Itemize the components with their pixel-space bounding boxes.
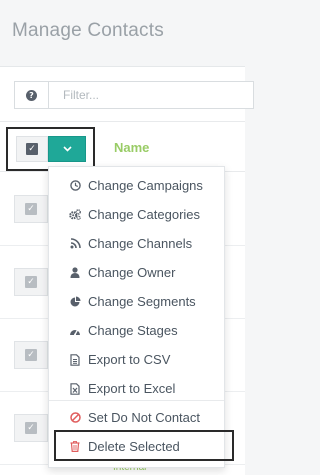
select-all-group: ✓ [6,127,95,171]
row-checkbox[interactable]: ✓ [25,349,37,361]
name-column-header[interactable]: Name [114,140,149,155]
menu-item-set-do-not-contact[interactable]: Set Do Not Contact [49,403,224,432]
row-checkbox[interactable]: ✓ [25,276,37,288]
menu-item-label: Export to CSV [88,352,171,367]
menu-item-delete-selected[interactable]: Delete Selected [49,432,224,461]
filter-input[interactable] [51,82,247,108]
dashboard-icon [69,325,81,337]
menu-item-label: Set Do Not Contact [88,410,200,425]
menu-item-label: Change Campaigns [88,178,203,193]
menu-item-label: Change Categories [88,207,201,222]
filter-box: ? [14,81,254,109]
row-checkbox-cell[interactable]: ✓ [14,341,48,369]
menu-item-change-stages[interactable]: Change Stages [49,316,224,345]
file-excel-icon [69,382,81,395]
menu-item-label: Delete Selected [88,439,180,454]
ban-icon [69,412,81,424]
cogs-icon [69,209,81,221]
filter-help-button[interactable]: ? [15,82,49,108]
rss-icon [69,238,81,250]
row-checkbox-cell[interactable]: ✓ [14,268,48,296]
menu-item-label: Change Owner [88,265,176,280]
menu-item-change-categories[interactable]: Change Categories [49,200,224,229]
page-header: Manage Contacts [0,0,245,66]
menu-item-change-segments[interactable]: Change Segments [49,287,224,316]
chevron-down-icon [62,146,72,152]
menu-divider [49,400,224,401]
file-text-icon [69,353,81,366]
pie-chart-icon [69,296,81,308]
menu-item-change-owner[interactable]: Change Owner [49,258,224,287]
row-checkbox-cell[interactable]: ✓ [14,195,48,223]
menu-item-label: Change Channels [88,236,193,251]
filter-bar: ? [0,67,254,122]
menu-item-export-excel[interactable]: Export to Excel [49,374,224,403]
bulk-actions-menu: Change Campaigns Change Categories Chang… [48,166,225,468]
menu-item-export-csv[interactable]: Export to CSV [49,345,224,374]
row-checkbox-cell[interactable]: ✓ [14,414,48,442]
menu-item-change-campaigns[interactable]: Change Campaigns [49,171,224,200]
clock-icon [69,180,81,192]
question-circle-icon: ? [26,89,37,101]
row-checkbox[interactable]: ✓ [25,203,37,215]
bulk-actions-dropdown-button[interactable] [48,136,86,162]
menu-item-label: Change Segments [88,294,196,309]
select-all-checkbox-cell[interactable]: ✓ [16,136,48,162]
menu-item-label: Export to Excel [88,381,176,396]
select-all-checkbox[interactable]: ✓ [26,143,38,155]
page-title: Manage Contacts [12,20,164,41]
menu-item-change-channels[interactable]: Change Channels [49,229,224,258]
menu-item-label: Change Stages [88,323,178,338]
row-checkbox[interactable]: ✓ [25,422,37,434]
trash-icon [69,441,81,453]
user-icon [69,267,81,279]
